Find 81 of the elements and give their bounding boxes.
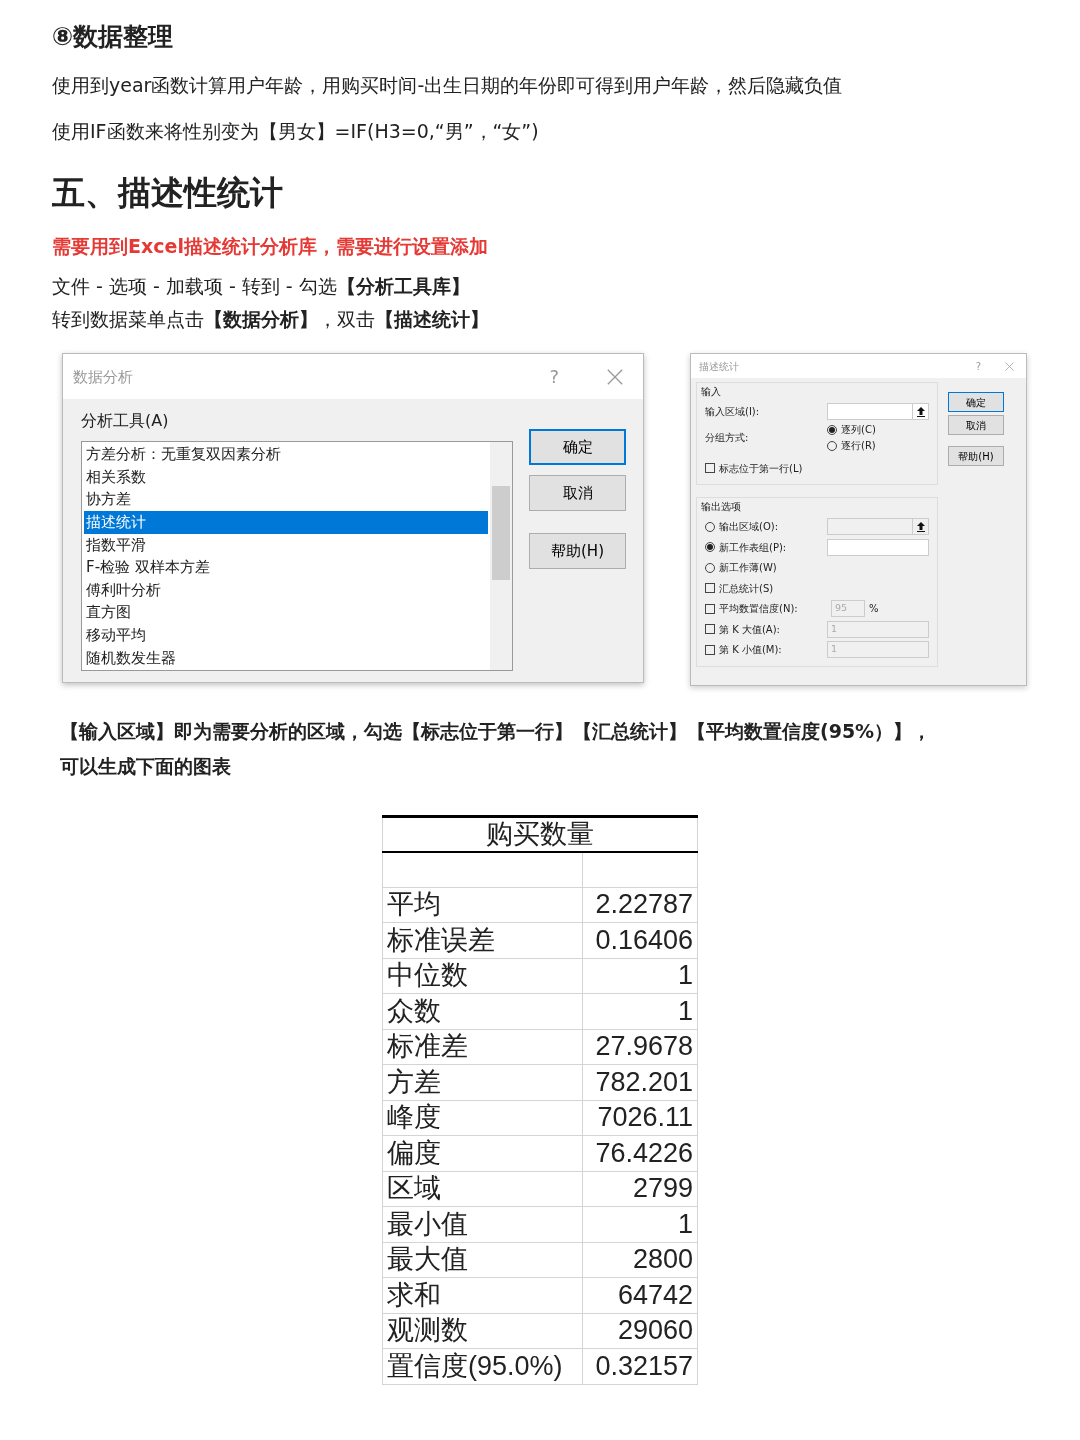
checkbox[interactable] [705,583,715,594]
group-title: 输入 [701,385,722,400]
dialog-button[interactable]: 取消 [948,415,1004,436]
table-cell: 中位数 [382,958,583,994]
option-label: 平均数置信度(N): [719,602,799,617]
dialog-button[interactable]: 帮助(H) [529,533,626,570]
table-cell: 0.32157 [582,1348,698,1385]
dialog-button[interactable]: 取消 [529,475,626,512]
table-cell: 标准差 [382,1029,583,1065]
table-cell: 置信度(95.0%) [382,1348,583,1385]
paragraph: 使用IF函数来将性别变为【男女】=IF(H3=0,“男”，“女”) [52,118,540,144]
table-cell: 64742 [582,1277,698,1314]
list-item[interactable]: 描述统计 [84,511,488,534]
table-cell: 2799 [582,1171,698,1207]
caption-text: 【输入区域】即为需要分析的区域，勾选【标志位于第一行】【汇总统计】【平均数置信度(95%）】，可以生成下面的图表 [60,719,933,780]
group-title: 输出选项 [701,500,742,515]
table-cell: 平均 [382,887,583,923]
close-icon[interactable] [607,368,623,385]
option-label: 新工作薄(W) [719,561,778,576]
list-label: 分析工具(A) [81,410,170,433]
unit-label: % [869,602,880,617]
option-label: 逐列(C) [841,423,876,438]
option-label: 汇总统计(S) [719,581,775,596]
dialog-button[interactable]: 确定 [529,429,626,466]
dialog-title: 描述统计 [699,359,740,374]
list-item[interactable]: 傅利叶分析 [84,578,488,602]
section-title: ⑧数据整理 [52,21,175,53]
checkbox[interactable] [705,603,715,614]
table-cell: 标准误差 [382,922,583,959]
list-item[interactable]: 指数平滑 [84,533,488,557]
option-label: 逐行(R) [841,439,876,454]
option-label: 标志位于第一行(L) [719,461,804,476]
table-header: 购买数量 [382,816,698,852]
list-item[interactable]: 直方图 [84,601,488,625]
table-cell: 众数 [382,993,583,1030]
notice-text: 需要用到Excel描述统计分析库，需要进行设置添加 [52,233,489,259]
option-label: 新工作表组(P): [719,540,788,555]
list-item[interactable]: 协方差 [84,488,488,512]
table-cell: 76.4226 [582,1135,698,1172]
table-cell: 2800 [582,1242,698,1278]
list-item[interactable]: 随机数发生器 [84,646,488,670]
table-cell: 1 [582,958,698,994]
heading: 五、描述性统计 [52,172,284,215]
dialog-button[interactable]: 帮助(H) [948,446,1004,467]
option-label: 第 K 大值(A): [719,622,781,637]
table-cell: 782.201 [582,1064,698,1101]
table-cell: 最小值 [382,1206,583,1243]
step-text: 文件 - 选项 - 加载项 - 转到 - 勾选【分析工具库】 [52,274,471,300]
option-label: 第 K 小值(M): [719,643,783,658]
table-cell: 0.16406 [582,922,698,959]
table-cell: 1 [582,993,698,1030]
table-cell: 峰度 [382,1100,583,1136]
step-text: 转到数据菜单点击【数据分析】，双击【描述统计】 [52,306,490,332]
table-cell: 求和 [382,1277,583,1314]
checkbox[interactable] [705,644,715,655]
table-cell: 最大值 [382,1242,583,1278]
dialog-title: 数据分析 [73,366,134,388]
scrollbar[interactable] [490,442,512,671]
dialog-button[interactable]: 确定 [948,392,1004,413]
checkbox[interactable] [705,463,715,474]
field-label: 分组方式: [705,431,750,446]
table-cell: 29060 [582,1313,698,1349]
table-cell: 偏度 [382,1135,583,1172]
table-cell: 2.22787 [582,887,698,923]
list-item[interactable]: F-检验 双样本方差 [84,556,488,579]
input-field[interactable] [827,403,929,421]
table-cell: 区域 [382,1171,583,1207]
checkbox[interactable] [705,624,715,635]
option-label: 输出区域(O): [719,520,780,535]
table-cell: 1 [582,1206,698,1243]
list-item[interactable]: 方差分析：无重复双因素分析 [84,443,488,466]
table-cell: 7026.11 [582,1100,698,1136]
table-cell: 观测数 [382,1313,583,1349]
list-item[interactable]: 移动平均 [84,624,488,647]
paragraph: 使用到year函数计算用户年龄，用购买时间-出生日期的年份即可得到用户年龄，然后隐藏负值 [52,72,844,98]
table-cell: 方差 [382,1064,583,1101]
field-label: 输入区域(I): [705,405,761,420]
table-cell: 27.9678 [582,1029,698,1065]
input-field[interactable] [827,538,929,556]
list-item[interactable]: 相关系数 [84,465,488,489]
upload-arrow-icon[interactable] [916,406,925,417]
